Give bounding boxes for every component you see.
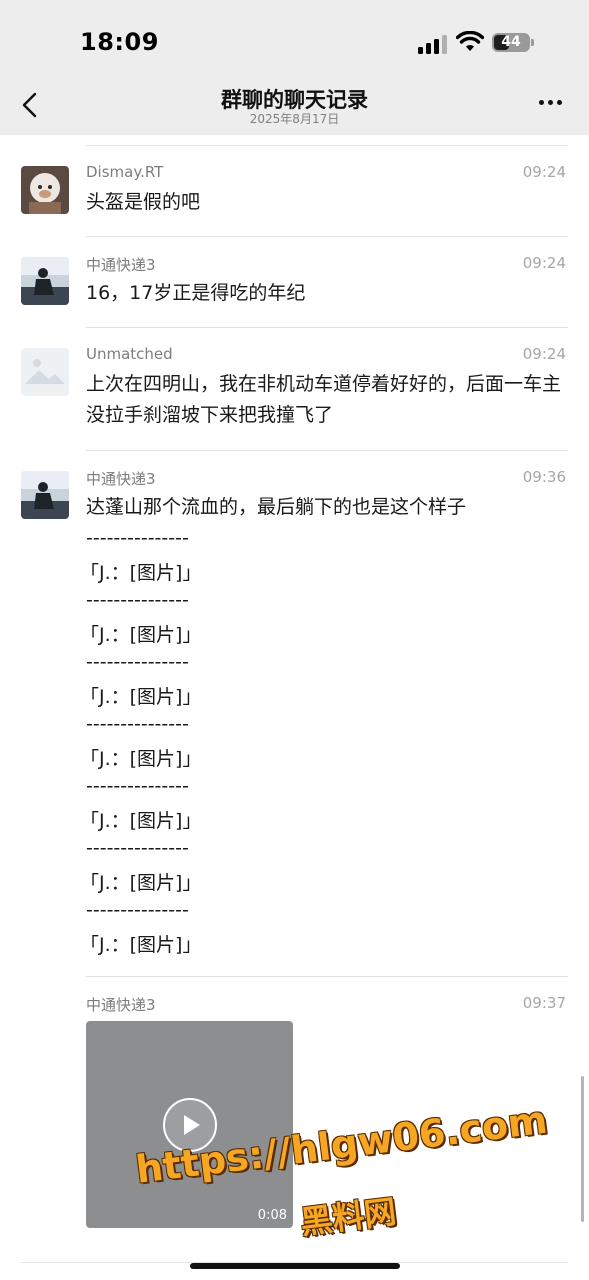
- divider: [86, 236, 568, 237]
- separator-line: ---------------: [86, 775, 189, 797]
- video-message[interactable]: 0:08: [86, 1021, 293, 1228]
- sender-name: Unmatched: [86, 345, 173, 363]
- message-text: 头盔是假的吧: [86, 191, 201, 213]
- photo-avatar-image: [21, 257, 69, 305]
- home-indicator[interactable]: [190, 1263, 400, 1269]
- wifi-icon: [456, 31, 484, 51]
- status-bar: 18:09 44: [0, 0, 589, 70]
- battery-indicator: 44: [492, 33, 530, 52]
- message-time: 09:24: [522, 163, 566, 181]
- sender-name: Dismay.RT: [86, 163, 164, 181]
- separator-line: ---------------: [86, 899, 189, 921]
- separator-line: ---------------: [86, 713, 189, 735]
- avatar[interactable]: [21, 348, 69, 396]
- quoted-image-line[interactable]: 「J.：[图片]」: [80, 930, 201, 957]
- page-subtitle-date: 2025年8月17日: [249, 112, 340, 126]
- scrollbar[interactable]: [581, 1076, 584, 1222]
- avatar[interactable]: [21, 257, 69, 305]
- avatar[interactable]: [21, 471, 69, 519]
- message-text: 16，17岁正是得吃的年纪: [86, 282, 306, 304]
- message-time: 09:36: [522, 468, 566, 486]
- divider: [86, 327, 568, 328]
- quoted-image-line[interactable]: 「J.：[图片]」: [80, 558, 201, 585]
- separator-line: ---------------: [86, 837, 189, 859]
- message-time: 09:24: [522, 254, 566, 272]
- message-time: 09:37: [522, 994, 566, 1012]
- image-placeholder-avatar: [21, 348, 69, 396]
- separator-line: ---------------: [86, 527, 189, 549]
- quoted-image-line[interactable]: 「J.：[图片]」: [80, 682, 201, 709]
- avatar[interactable]: [21, 166, 69, 214]
- status-time: 18:09: [80, 28, 159, 56]
- quoted-image-line[interactable]: 「J.：[图片]」: [80, 868, 201, 895]
- message-time: 09:24: [522, 345, 566, 363]
- battery-percentage: 44: [501, 34, 521, 50]
- divider: [86, 450, 568, 451]
- sender-name: 中通快递3: [86, 256, 156, 274]
- message-text: 达蓬山那个流血的，最后躺下的也是这个样子: [86, 496, 467, 518]
- navigation-header: 18:09 44 群聊的聊天记录 2025年8月17日: [0, 0, 589, 135]
- separator-line: ---------------: [86, 589, 189, 611]
- sender-name: 中通快递3: [86, 470, 156, 488]
- sender-name: 中通快递3: [86, 996, 156, 1014]
- divider: [86, 976, 568, 977]
- photo-avatar-image: [21, 471, 69, 519]
- quoted-image-line[interactable]: 「J.：[图片]」: [80, 744, 201, 771]
- battery-tip: [531, 39, 534, 46]
- quoted-image-line[interactable]: 「J.：[图片]」: [80, 806, 201, 833]
- watermark-label: 黑料网: [298, 1192, 399, 1242]
- divider: [86, 145, 568, 146]
- separator-line: ---------------: [86, 651, 189, 673]
- message-text: 上次在四明山，我在非机动车道停着好好的，后面一车主没拉手刹溜坡下来把我撞飞了: [86, 373, 562, 426]
- cellular-signal-icon: [418, 34, 448, 54]
- video-duration: 0:08: [257, 1208, 287, 1223]
- cartoon-avatar-image: [21, 166, 69, 214]
- quoted-image-line[interactable]: 「J.：[图片]」: [80, 620, 201, 647]
- more-options-button[interactable]: [536, 96, 566, 110]
